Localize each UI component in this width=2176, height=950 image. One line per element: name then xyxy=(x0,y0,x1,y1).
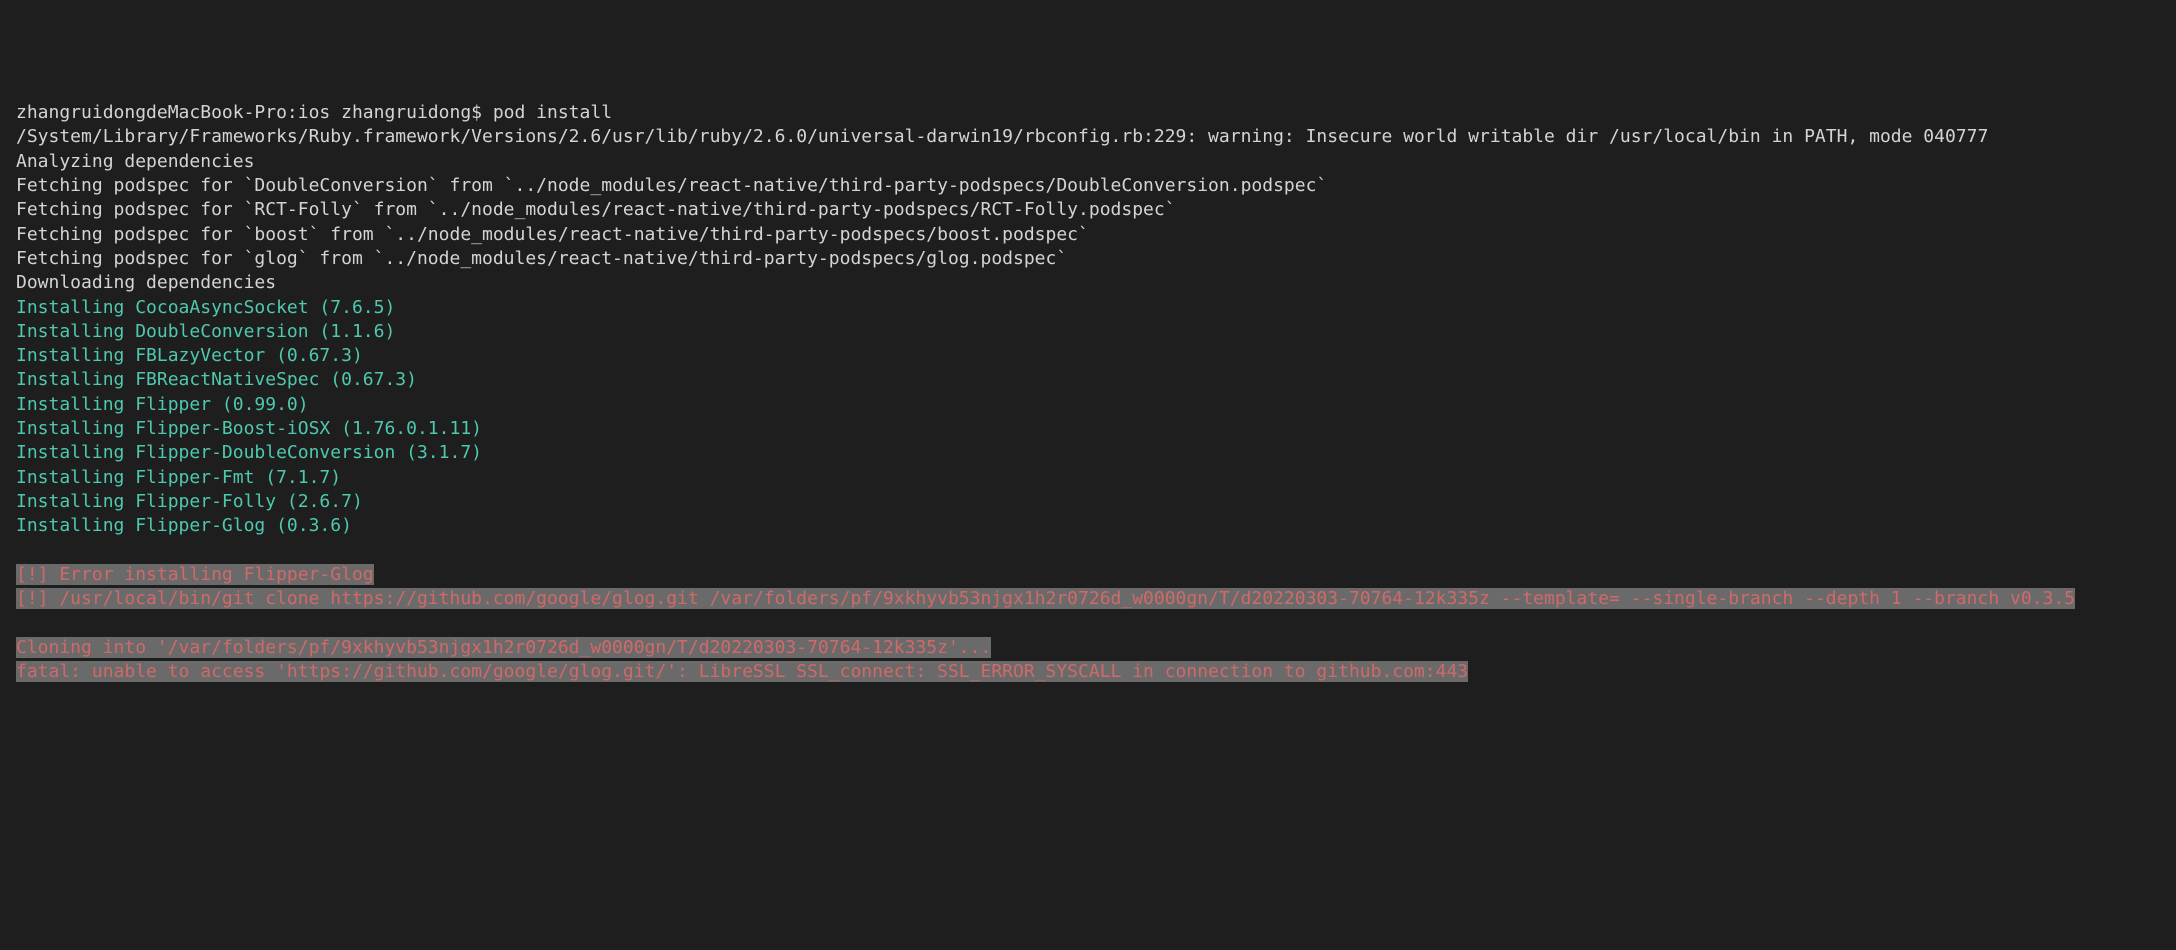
prompt-line: zhangruidongdeMacBook-Pro:ios zhangruido… xyxy=(16,101,2160,125)
install-line: Installing Flipper-Boost-iOSX (1.76.0.1.… xyxy=(16,417,2160,441)
install-line: Installing Flipper-Fmt (7.1.7) xyxy=(16,466,2160,490)
error-line: [!] Error installing Flipper-Glog xyxy=(16,564,374,585)
error-line: Cloning into '/var/folders/pf/9xkhyvb53n… xyxy=(16,637,991,658)
error-line: fatal: unable to access 'https://github.… xyxy=(16,661,1468,682)
blank-line xyxy=(16,539,2160,563)
install-line: Installing Flipper (0.99.0) xyxy=(16,393,2160,417)
fetch-line: Fetching podspec for `DoubleConversion` … xyxy=(16,174,2160,198)
downloading-line: Downloading dependencies xyxy=(16,271,2160,295)
install-line: Installing FBReactNativeSpec (0.67.3) xyxy=(16,368,2160,392)
install-line: Installing Flipper-Folly (2.6.7) xyxy=(16,490,2160,514)
fetch-line: Fetching podspec for `RCT-Folly` from `.… xyxy=(16,198,2160,222)
install-line: Installing FBLazyVector (0.67.3) xyxy=(16,344,2160,368)
warning-line: /System/Library/Frameworks/Ruby.framewor… xyxy=(16,125,2160,149)
fetch-line: Fetching podspec for `glog` from `../nod… xyxy=(16,247,2160,271)
error-line: [!] /usr/local/bin/git clone https://git… xyxy=(16,588,2075,609)
error-block: [!] Error installing Flipper-Glog [!] /u… xyxy=(16,564,2075,682)
analyzing-line: Analyzing dependencies xyxy=(16,150,2160,174)
install-line: Installing Flipper-DoubleConversion (3.1… xyxy=(16,441,2160,465)
install-line: Installing Flipper-Glog (0.3.6) xyxy=(16,514,2160,538)
terminal-output[interactable]: zhangruidongdeMacBook-Pro:ios zhangruido… xyxy=(16,101,2160,684)
install-line: Installing DoubleConversion (1.1.6) xyxy=(16,320,2160,344)
install-line: Installing CocoaAsyncSocket (7.6.5) xyxy=(16,296,2160,320)
fetch-line: Fetching podspec for `boost` from `../no… xyxy=(16,223,2160,247)
